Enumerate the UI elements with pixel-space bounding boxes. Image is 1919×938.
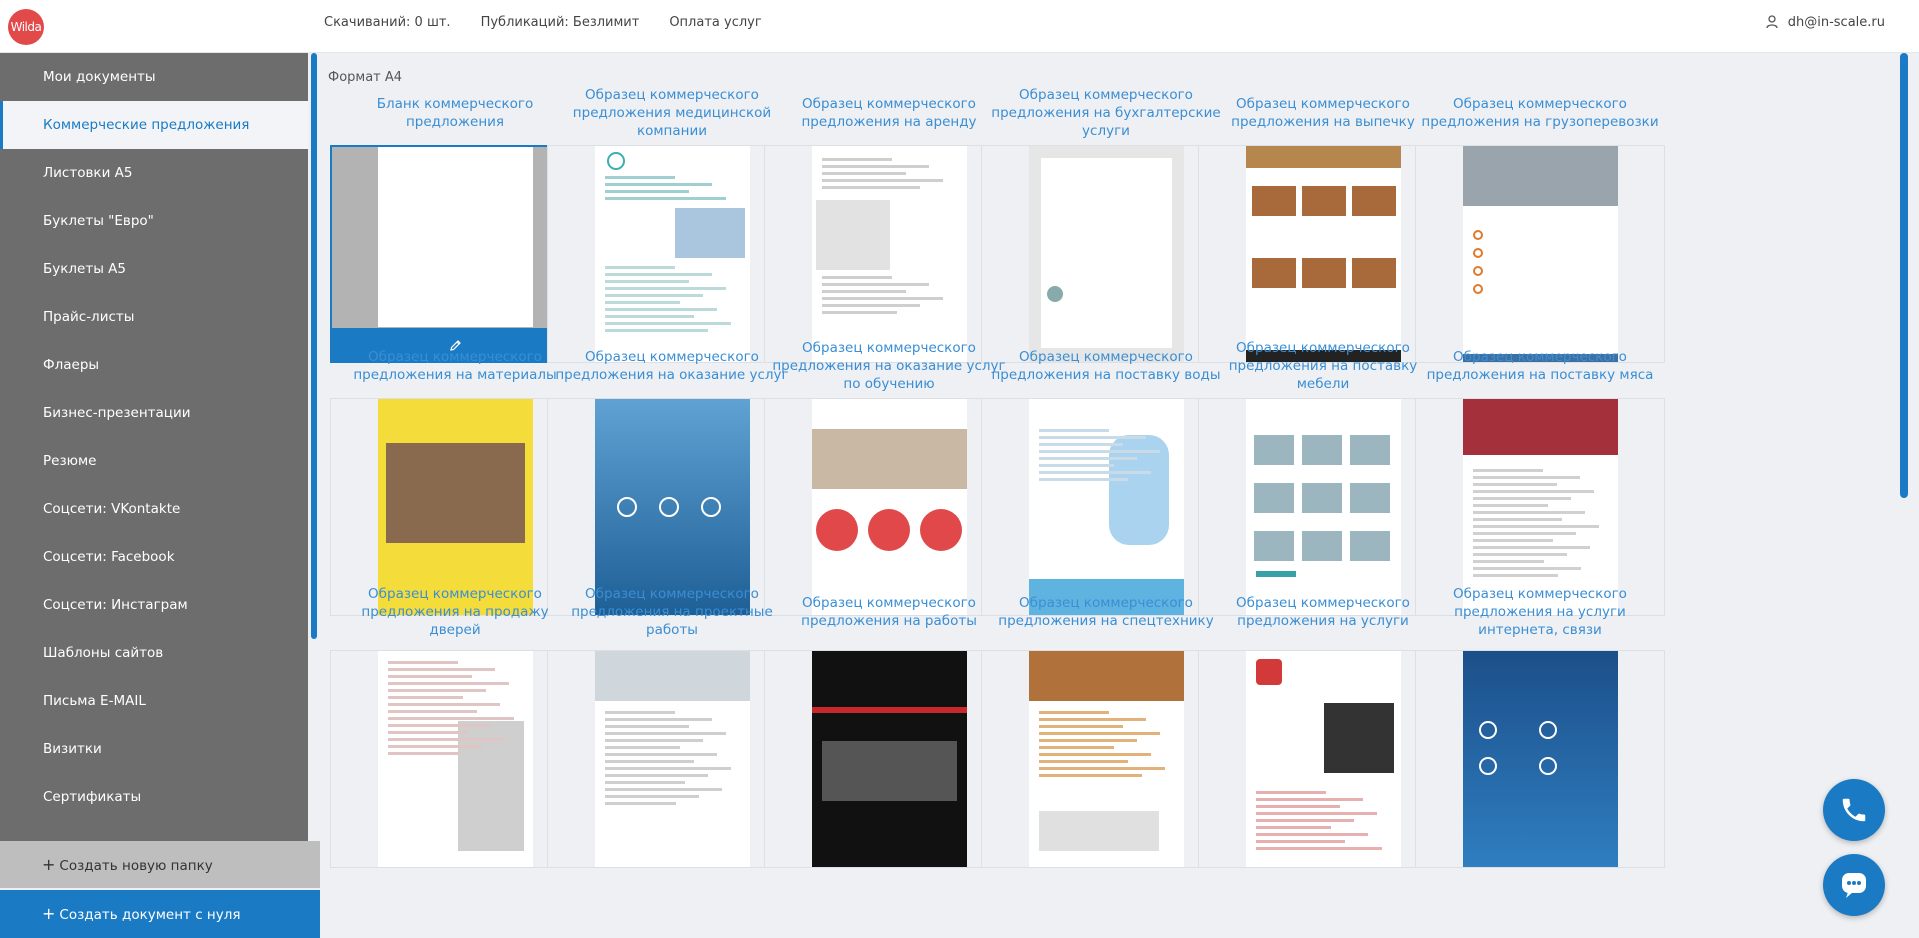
sidebar-item[interactable]: Соцсети: VKontakte [0, 485, 308, 533]
payment-link[interactable]: Оплата услуг [669, 15, 761, 30]
template-thumbnail [1028, 146, 1184, 362]
sidebar: Мои документы Коммерческие предложения Лис… [0, 53, 308, 841]
chat-icon [1842, 873, 1866, 898]
template-title[interactable]: Образец коммерческого предложения медици… [547, 84, 797, 142]
main-scrollbar[interactable] [1900, 53, 1908, 498]
wilda-logo[interactable]: Wilda [8, 9, 44, 45]
template-card[interactable] [764, 145, 1014, 363]
phone-icon [1842, 798, 1866, 822]
call-button[interactable] [1823, 779, 1885, 841]
sidebar-item[interactable]: Шаблоны сайтов [0, 629, 308, 677]
sidebar-item[interactable]: Прайс-листы [0, 293, 308, 341]
template-thumbnail [811, 146, 967, 362]
plus-icon: + [42, 904, 56, 923]
create-document-label: Создать документ с нуля [59, 907, 241, 923]
template-thumbnail [811, 651, 967, 867]
sidebar-item[interactable]: Визитки [0, 725, 308, 773]
template-title[interactable]: Образец коммерческого предложения на усл… [1415, 583, 1665, 641]
template-card[interactable] [981, 145, 1231, 363]
template-title[interactable]: Образец коммерческого предложения на пос… [981, 337, 1231, 395]
template-thumbnail [1028, 651, 1184, 867]
template-title[interactable]: Образец коммерческого предложения на усл… [1198, 583, 1448, 641]
templates-area: Формат А4 Бланк коммерческого предложени… [320, 53, 1910, 938]
template-thumbnail [1462, 651, 1618, 867]
template-card[interactable] [547, 145, 797, 363]
template-card[interactable] [547, 650, 797, 868]
section-title: Формат А4 [328, 70, 403, 85]
sidebar-item[interactable]: Коммерческие предложения [0, 101, 308, 149]
template-title[interactable]: Образец коммерческого предложения на ока… [547, 337, 797, 395]
template-title[interactable]: Образец коммерческого предложения на пос… [1415, 337, 1665, 395]
template-title[interactable]: Образец коммерческого предложения на спе… [981, 583, 1231, 641]
sidebar-item[interactable]: Буклеты А5 [0, 245, 308, 293]
top-bar: Wilda Скачиваний: 0 шт. Публикаций: Безл… [0, 0, 1919, 53]
template-title[interactable]: Образец коммерческого предложения на мат… [330, 337, 580, 395]
sidebar-item[interactable]: Буклеты "Евро" [0, 197, 308, 245]
template-card[interactable] [1198, 145, 1448, 363]
user-menu[interactable]: dh@in-scale.ru [1766, 0, 1885, 44]
sidebar-item[interactable]: Мои документы [0, 53, 308, 101]
template-title[interactable]: Образец коммерческого предложения на про… [547, 583, 797, 641]
top-nav: Скачиваний: 0 шт. Публикаций: Безлимит О… [324, 0, 792, 44]
sidebar-item[interactable]: Соцсети: Facebook [0, 533, 308, 581]
template-card[interactable] [1415, 145, 1665, 363]
sidebar-item[interactable]: Бизнес-презентации [0, 389, 308, 437]
template-card[interactable] [330, 650, 580, 868]
template-title[interactable]: Образец коммерческого предложения на раб… [764, 583, 1014, 641]
template-card[interactable] [1415, 650, 1665, 868]
user-icon [1766, 15, 1778, 29]
template-thumbnail [594, 146, 750, 362]
template-title[interactable]: Образец коммерческого предложения на бух… [981, 84, 1231, 142]
template-title[interactable]: Образец коммерческого предложения на пос… [1198, 337, 1448, 395]
template-thumbnail [377, 147, 533, 327]
create-folder-button[interactable]: + Создать новую папку [0, 841, 320, 888]
sidebar-item[interactable]: Флаеры [0, 341, 308, 389]
sidebar-item[interactable]: Письма E-MAIL [0, 677, 308, 725]
sidebar-item[interactable]: Сертификаты [0, 773, 308, 821]
template-title[interactable]: Образец коммерческого предложения на про… [330, 583, 580, 641]
template-card[interactable] [1198, 650, 1448, 868]
sidebar-scrollbar[interactable] [311, 53, 317, 639]
template-card[interactable] [330, 145, 581, 363]
downloads-counter: Скачиваний: 0 шт. [324, 14, 451, 30]
create-folder-label: Создать новую папку [59, 858, 213, 874]
user-email: dh@in-scale.ru [1787, 14, 1885, 30]
template-thumbnail [1245, 651, 1401, 867]
plus-icon: + [42, 855, 56, 874]
publications-counter: Публикаций: Безлимит [480, 14, 640, 30]
template-title[interactable]: Образец коммерческого предложения на аре… [764, 84, 1014, 142]
template-thumbnail [594, 651, 750, 867]
sidebar-item[interactable]: Резюме [0, 437, 308, 485]
sidebar-item[interactable]: Соцсети: Инстаграм [0, 581, 308, 629]
template-thumbnail [1462, 146, 1618, 362]
template-thumbnail [377, 651, 533, 867]
template-card[interactable] [764, 650, 1014, 868]
template-title[interactable]: Образец коммерческого предложения на вып… [1198, 84, 1448, 142]
chat-button[interactable] [1823, 854, 1885, 916]
template-title[interactable]: Образец коммерческого предложения на гру… [1415, 84, 1665, 142]
template-title[interactable]: Бланк коммерческого предложения [330, 84, 580, 142]
template-thumbnail [1245, 146, 1401, 362]
template-title[interactable]: Образец коммерческого предложения на ока… [764, 337, 1014, 395]
template-card[interactable] [981, 650, 1231, 868]
sidebar-item[interactable]: Листовки А5 [0, 149, 308, 197]
create-document-button[interactable]: + Создать документ с нуля [0, 890, 320, 938]
